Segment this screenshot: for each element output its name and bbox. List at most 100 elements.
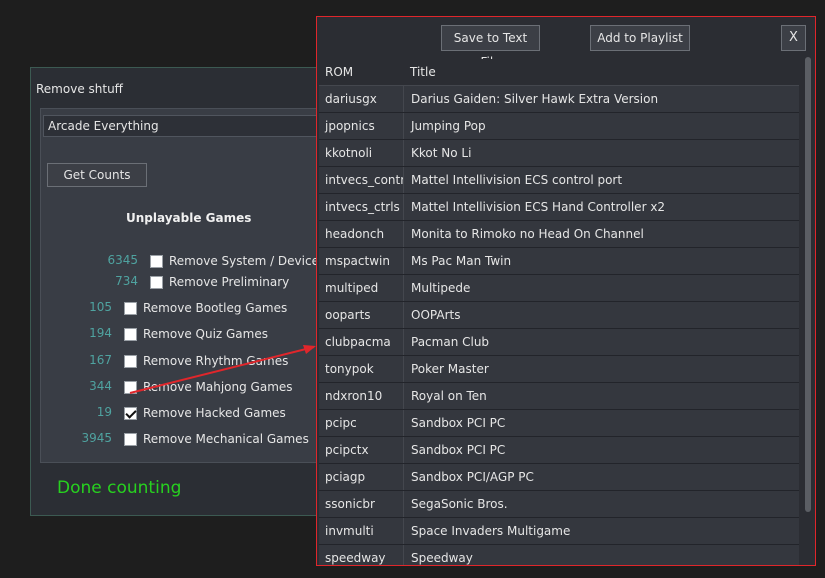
save-to-text-file-button[interactable]: Save to Text File (441, 25, 540, 69)
table-row[interactable]: clubpacma Pacman Club (319, 329, 799, 356)
option-label: Remove Mechanical Games (143, 432, 309, 446)
results-table: ROM Title dariusgx Darius Gaiden: Silver … (319, 59, 799, 565)
rom-cell: intvecs_contro (325, 173, 403, 187)
title-cell: Kkot No Li (403, 140, 799, 166)
remove-shtuff-window: Remove shtuff Arcade Everything Get Coun… (30, 67, 332, 516)
title-cell: Royal on Ten (403, 383, 799, 409)
title-cell: Sandbox PCI PC (403, 410, 799, 436)
table-row[interactable]: jpopnics Jumping Pop (319, 113, 799, 140)
table-row[interactable]: tonypok Poker Master (319, 356, 799, 383)
table-row[interactable]: pcipc Sandbox PCI PC (319, 410, 799, 437)
rom-cell: headonch (325, 227, 385, 241)
title-cell: Ms Pac Man Twin (403, 248, 799, 274)
option-checkbox[interactable] (150, 275, 163, 289)
option-label: Remove Bootleg Games (143, 301, 288, 315)
rom-cell: dariusgx (325, 92, 377, 106)
option-label: Remove System / Device (169, 254, 319, 268)
title-cell: Sandbox PCI PC (403, 437, 799, 463)
column-header-title[interactable]: Title (403, 65, 799, 79)
option-checkbox[interactable] (124, 301, 137, 315)
option-label: Remove Quiz Games (143, 327, 268, 341)
get-counts-button[interactable]: Get Counts (47, 163, 147, 187)
window-title: Remove shtuff (36, 82, 123, 96)
table-row[interactable]: ssonicbr SegaSonic Bros. (319, 491, 799, 518)
table-row[interactable]: intvecs_controMattel Intellivision ECS c… (319, 167, 799, 194)
rom-cell: ssonicbr (325, 497, 375, 511)
table-row[interactable]: pcipctx Sandbox PCI PC (319, 437, 799, 464)
rom-cell: pcipctx (325, 443, 369, 457)
option-row[interactable]: Remove Bootleg Games (124, 300, 287, 316)
table-row[interactable]: invmulti Space Invaders Multigame (319, 518, 799, 545)
option-count: 19 (96, 405, 112, 419)
rom-cell: invmulti (325, 524, 374, 538)
option-row[interactable]: Remove Preliminary (150, 274, 289, 290)
vertical-scrollbar[interactable] (802, 57, 814, 565)
title-cell: Sandbox PCI/AGP PC (403, 464, 799, 490)
option-row[interactable]: Remove Mechanical Games (124, 431, 309, 447)
table-row[interactable]: speedway Speedway (319, 545, 799, 565)
rom-cell: intvecs_ctrls (325, 200, 400, 214)
option-count: 167 (89, 353, 112, 367)
title-cell: Darius Gaiden: Silver Hawk Extra Version (403, 86, 799, 112)
title-cell: Mattel Intellivision ECS Hand Controller… (403, 194, 799, 220)
option-count: 344 (89, 379, 112, 393)
section-title: Unplayable Games (126, 211, 252, 225)
rom-cell: ndxron10 (325, 389, 383, 403)
option-row[interactable]: Remove Mahjong Games (124, 379, 293, 395)
category-dropdown[interactable]: Arcade Everything (43, 115, 331, 137)
table-row[interactable]: intvecs_ctrls Mattel Intellivision ECS Ha… (319, 194, 799, 221)
option-row[interactable]: Remove Rhythm Games (124, 353, 288, 369)
title-cell: Multipede (403, 275, 799, 301)
option-checkbox[interactable] (124, 354, 137, 368)
close-button[interactable]: X (781, 25, 806, 51)
option-label: Remove Rhythm Games (143, 354, 289, 368)
title-cell: Space Invaders Multigame (403, 518, 799, 544)
option-count: 6345 (107, 253, 138, 267)
rom-cell: speedway (325, 551, 386, 565)
table-row[interactable]: headonch Monita to Rimoko no Head On Chan… (319, 221, 799, 248)
option-label: Remove Preliminary (169, 275, 290, 289)
title-cell: Poker Master (403, 356, 799, 382)
rom-cell: pciagp (325, 470, 366, 484)
title-cell: OOPArts (403, 302, 799, 328)
table-row[interactable]: ooparts OOPArts (319, 302, 799, 329)
status-text: Done counting (57, 478, 182, 498)
option-count: 105 (89, 300, 112, 314)
rom-cell: mspactwin (325, 254, 390, 268)
option-checkbox[interactable] (124, 327, 137, 341)
table-row[interactable]: kkotnoli Kkot No Li (319, 140, 799, 167)
scrollbar-thumb[interactable] (805, 57, 811, 512)
option-row[interactable]: Remove System / Device (150, 253, 319, 269)
rom-cell: ooparts (325, 308, 371, 322)
table-body: dariusgx Darius Gaiden: Silver Hawk Extra… (319, 86, 799, 565)
option-checkbox[interactable] (150, 254, 163, 268)
title-cell: Pacman Club (403, 329, 799, 355)
table-row[interactable]: multiped Multipede (319, 275, 799, 302)
option-count: 3945 (81, 431, 112, 445)
rom-cell: kkotnoli (325, 146, 373, 160)
option-row[interactable]: Remove Hacked Games (124, 405, 286, 421)
table-row[interactable]: mspactwin Ms Pac Man Twin (319, 248, 799, 275)
results-window: Save to Text File Add to Playlist X ROM … (316, 16, 816, 566)
table-row[interactable]: pciagp Sandbox PCI/AGP PC (319, 464, 799, 491)
option-checkbox[interactable] (124, 432, 137, 446)
table-header: ROM Title (319, 59, 799, 86)
option-count: 194 (89, 326, 112, 340)
column-header-rom[interactable]: ROM (319, 65, 403, 79)
title-cell: Mattel Intellivision ECS control port (403, 167, 799, 193)
rom-cell: tonypok (325, 362, 374, 376)
add-to-playlist-button[interactable]: Add to Playlist (590, 25, 690, 51)
title-cell: Jumping Pop (403, 113, 799, 139)
table-row[interactable]: ndxron10 Royal on Ten (319, 383, 799, 410)
option-checkbox[interactable] (124, 406, 137, 420)
option-count: 734 (115, 274, 138, 288)
rom-cell: multiped (325, 281, 379, 295)
table-row[interactable]: dariusgx Darius Gaiden: Silver Hawk Extra… (319, 86, 799, 113)
rom-cell: jpopnics (325, 119, 375, 133)
options-panel: Arcade Everything Get Counts Unplayable … (40, 108, 332, 499)
title-cell: Monita to Rimoko no Head On Channel (403, 221, 799, 247)
option-label: Remove Mahjong Games (143, 380, 293, 394)
option-row[interactable]: Remove Quiz Games (124, 326, 268, 342)
title-cell: SegaSonic Bros. (403, 491, 799, 517)
option-checkbox[interactable] (124, 380, 137, 394)
